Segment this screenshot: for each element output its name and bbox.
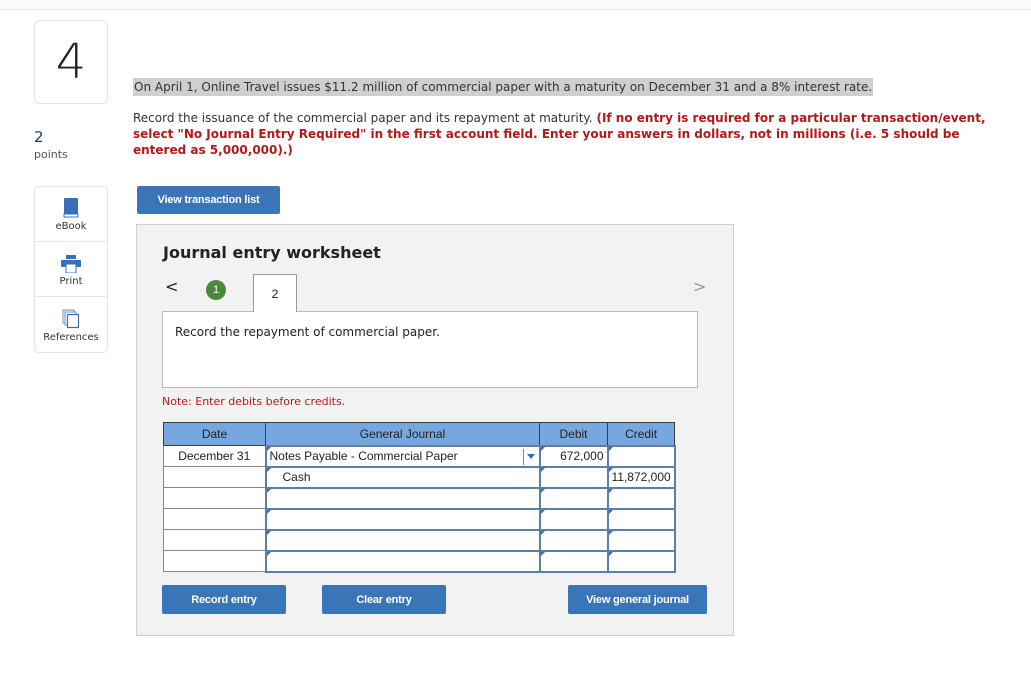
instruction-text: Record the issuance of the commercial pa… — [133, 111, 593, 125]
account-select[interactable] — [264, 507, 541, 531]
view-transaction-list-button[interactable]: View transaction list — [137, 186, 280, 214]
points-display: 2 points — [34, 128, 68, 161]
debit-input[interactable] — [538, 528, 609, 552]
debit-input[interactable]: 672,000 — [538, 444, 609, 468]
clear-entry-button[interactable]: Clear entry — [322, 585, 446, 614]
chevron-down-icon — [527, 454, 535, 459]
ebook-button[interactable]: eBook — [35, 187, 107, 242]
question-number: 4 — [55, 34, 87, 90]
credit-input[interactable]: 11,872,000 — [606, 465, 676, 489]
date-cell[interactable] — [163, 487, 266, 509]
account-select[interactable] — [264, 528, 541, 552]
credit-input[interactable] — [606, 549, 676, 573]
question-number-box: 4 — [34, 20, 108, 104]
input-marker-icon — [540, 509, 545, 514]
input-marker-icon — [540, 530, 545, 535]
input-marker-icon — [608, 467, 613, 472]
input-marker-icon — [540, 467, 545, 472]
input-marker-icon — [266, 509, 271, 514]
credit-input[interactable] — [606, 528, 676, 552]
account-select[interactable] — [264, 486, 541, 510]
header-general-journal: General Journal — [265, 422, 540, 446]
debit-input[interactable] — [538, 507, 609, 531]
printer-icon — [61, 251, 81, 273]
points-label: points — [34, 148, 68, 161]
references-label: References — [43, 331, 99, 343]
input-marker-icon — [608, 530, 613, 535]
next-step-button[interactable]: > — [693, 277, 706, 296]
debit-input[interactable] — [538, 486, 609, 510]
step-2-tab[interactable]: 2 — [253, 274, 297, 312]
documents-icon — [62, 307, 80, 329]
input-marker-icon — [540, 551, 545, 556]
credit-input[interactable] — [606, 444, 676, 468]
ebook-label: eBook — [55, 221, 87, 232]
account-select[interactable] — [264, 549, 541, 573]
journal-table: Date General Journal Debit Credit Decemb… — [163, 422, 676, 573]
print-button[interactable]: Print — [35, 242, 107, 297]
input-marker-icon — [266, 467, 271, 472]
debit-input[interactable] — [538, 465, 609, 489]
view-general-journal-button[interactable]: View general journal — [568, 585, 707, 614]
journal-header-row: Date General Journal Debit Credit — [163, 422, 676, 446]
previous-step-button[interactable]: < — [165, 277, 178, 296]
step-description: Record the repayment of commercial paper… — [162, 311, 698, 388]
question-text: On April 1, Online Travel issues $11.2 m… — [133, 78, 993, 158]
account-select[interactable]: Notes Payable - Commercial Paper — [264, 444, 541, 468]
input-marker-icon — [266, 530, 271, 535]
scenario-text: On April 1, Online Travel issues $11.2 m… — [133, 78, 874, 96]
table-row: December 31 Notes Payable - Commercial P… — [163, 444, 676, 468]
date-cell[interactable] — [163, 550, 266, 572]
header-date: Date — [163, 422, 266, 446]
journal-entry-worksheet: Journal entry worksheet < 1 2 > Record t… — [136, 224, 734, 636]
input-marker-icon — [608, 446, 613, 451]
input-marker-icon — [540, 446, 545, 451]
tools-panel: eBook Print References — [34, 186, 108, 353]
input-marker-icon — [608, 551, 613, 556]
references-button[interactable]: References — [35, 297, 107, 352]
date-cell[interactable] — [163, 466, 266, 488]
input-marker-icon — [266, 488, 271, 493]
table-row — [163, 486, 676, 510]
note-text: Note: Enter debits before credits. — [162, 395, 346, 408]
credit-input[interactable] — [606, 486, 676, 510]
input-marker-icon — [608, 509, 613, 514]
book-icon — [63, 196, 79, 218]
header-debit: Debit — [539, 422, 608, 446]
points-value: 2 — [34, 128, 44, 146]
record-entry-button[interactable]: Record entry — [162, 585, 286, 614]
date-cell[interactable] — [163, 508, 266, 530]
worksheet-title: Journal entry worksheet — [163, 243, 381, 262]
top-bar — [0, 0, 1031, 10]
credit-input[interactable] — [606, 507, 676, 531]
header-credit: Credit — [606, 422, 676, 446]
print-label: Print — [59, 276, 83, 287]
dropdown-button[interactable] — [522, 448, 539, 465]
table-row — [163, 507, 676, 531]
table-row — [163, 549, 676, 573]
step-1-tab[interactable]: 1 — [206, 280, 226, 300]
date-cell[interactable]: December 31 — [163, 445, 266, 467]
input-marker-icon — [266, 446, 271, 451]
table-row: Cash 11,872,000 — [163, 465, 676, 489]
input-marker-icon — [540, 488, 545, 493]
debit-input[interactable] — [538, 549, 609, 573]
date-cell[interactable] — [163, 529, 266, 551]
account-select[interactable]: Cash — [264, 465, 541, 489]
table-row — [163, 528, 676, 552]
input-marker-icon — [608, 488, 613, 493]
instructions: Record the issuance of the commercial pa… — [133, 110, 993, 158]
input-marker-icon — [266, 551, 271, 556]
